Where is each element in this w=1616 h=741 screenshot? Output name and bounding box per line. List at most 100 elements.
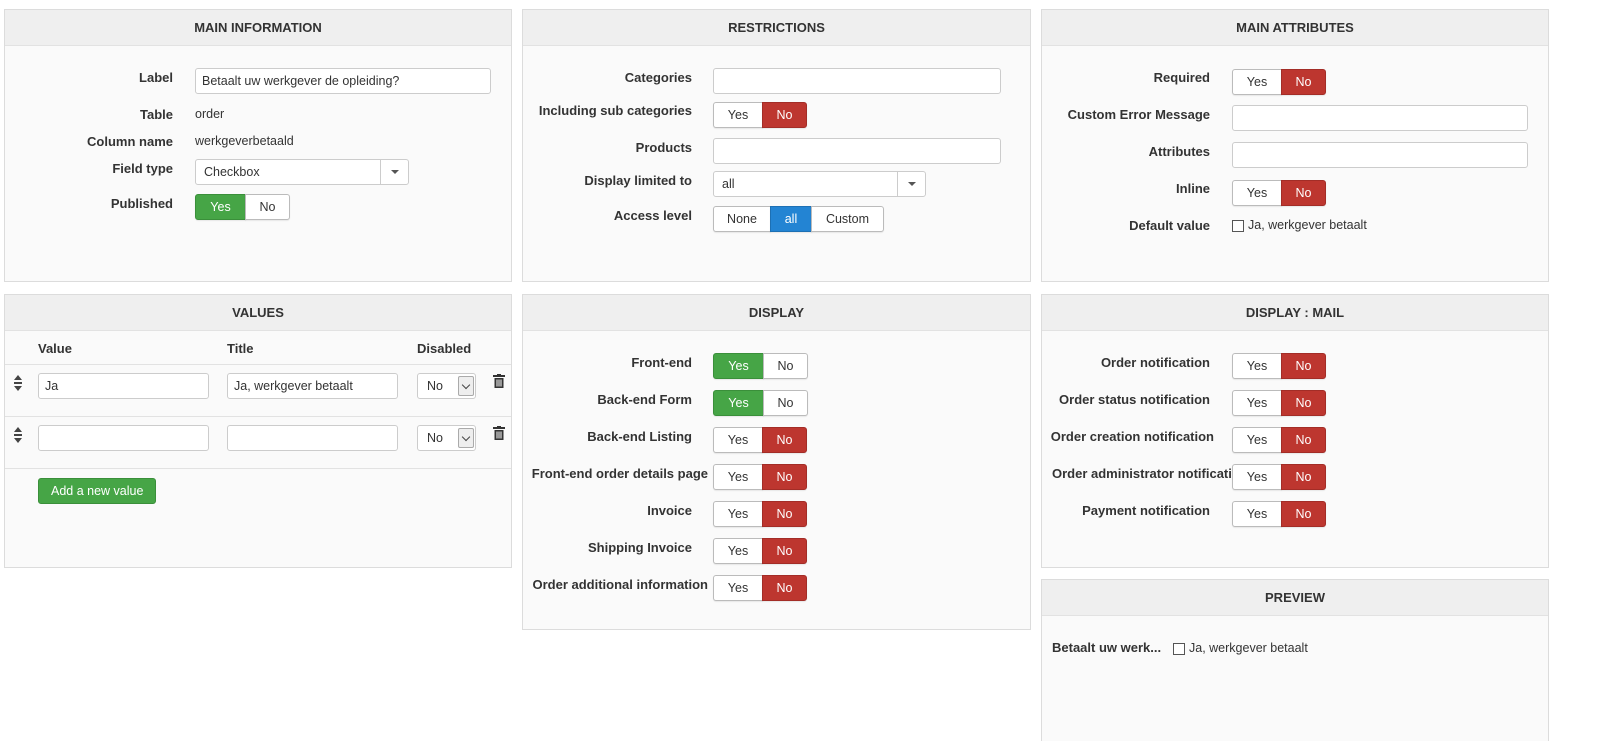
- front-end-order-details-toggle: Yes No: [713, 464, 807, 490]
- label-input[interactable]: Betaalt uw werkgever de opleiding?: [195, 68, 491, 94]
- back-end-form-no-button[interactable]: No: [763, 390, 808, 416]
- front-end-yes-button[interactable]: Yes: [713, 353, 764, 379]
- products-label: Products: [635, 140, 692, 155]
- inline-label: Inline: [1176, 181, 1210, 196]
- value-input[interactable]: Ja: [38, 373, 209, 399]
- divider: [5, 468, 511, 469]
- back-end-listing-label: Back-end Listing: [587, 429, 692, 444]
- value-input[interactable]: [38, 425, 209, 451]
- invoice-toggle: Yes No: [713, 501, 807, 527]
- invoice-no-button[interactable]: No: [762, 501, 807, 527]
- trash-icon[interactable]: [493, 426, 505, 440]
- inline-no-button[interactable]: No: [1281, 180, 1326, 206]
- sub-categories-yes-button[interactable]: Yes: [713, 102, 763, 128]
- order-additional-info-no-button[interactable]: No: [762, 575, 807, 601]
- order-admin-notification-yes-button[interactable]: Yes: [1232, 464, 1282, 490]
- access-level-label: Access level: [613, 208, 692, 223]
- chevron-down-icon[interactable]: [380, 160, 408, 184]
- required-no-button[interactable]: No: [1281, 69, 1326, 95]
- order-creation-notification-toggle: Yes No: [1232, 427, 1326, 453]
- shipping-invoice-yes-button[interactable]: Yes: [713, 538, 763, 564]
- column-header-title: Title: [227, 341, 254, 356]
- chevron-down-icon[interactable]: [458, 376, 474, 396]
- sub-categories-no-button[interactable]: No: [762, 102, 807, 128]
- column-header-disabled: Disabled: [417, 341, 472, 356]
- custom-error-input[interactable]: [1232, 105, 1528, 131]
- back-end-listing-no-button[interactable]: No: [762, 427, 807, 453]
- order-status-notification-label: Order status notification: [1059, 392, 1210, 407]
- sub-categories-toggle: Yes No: [713, 102, 807, 128]
- inline-yes-button[interactable]: Yes: [1232, 180, 1282, 206]
- order-admin-notification-label: Order administrator notification: [1052, 466, 1232, 481]
- order-additional-info-toggle: Yes No: [713, 575, 807, 601]
- preview-label: Betaalt uw werk...: [1052, 640, 1162, 655]
- drag-handle-icon[interactable]: [13, 427, 23, 443]
- sub-categories-label: Including sub categories: [538, 103, 692, 118]
- order-additional-info-label: Order additional information: [532, 577, 708, 592]
- back-end-form-yes-button[interactable]: Yes: [713, 390, 764, 416]
- order-notification-no-button[interactable]: No: [1281, 353, 1326, 379]
- attributes-input[interactable]: [1232, 142, 1528, 168]
- field-type-select[interactable]: Checkbox: [195, 159, 409, 185]
- access-custom-button[interactable]: Custom: [811, 206, 884, 232]
- front-end-order-details-no-button[interactable]: No: [762, 464, 807, 490]
- access-level-toggle: None all Custom: [713, 206, 884, 232]
- front-end-label: Front-end: [631, 355, 692, 370]
- payment-notification-no-button[interactable]: No: [1281, 501, 1326, 527]
- order-additional-info-yes-button[interactable]: Yes: [713, 575, 763, 601]
- payment-notification-yes-button[interactable]: Yes: [1232, 501, 1282, 527]
- payment-notification-label: Payment notification: [1082, 503, 1210, 518]
- order-admin-notification-no-button[interactable]: No: [1281, 464, 1326, 490]
- field-type-label: Field type: [112, 161, 173, 176]
- order-notification-toggle: Yes No: [1232, 353, 1326, 379]
- order-status-notification-no-button[interactable]: No: [1281, 390, 1326, 416]
- order-admin-notification-text: Order administrator notification: [1052, 466, 1232, 481]
- chevron-down-icon[interactable]: [458, 428, 474, 448]
- title-input[interactable]: [227, 425, 398, 451]
- categories-label: Categories: [624, 70, 692, 85]
- invoice-yes-button[interactable]: Yes: [713, 501, 763, 527]
- checkbox[interactable]: [1173, 642, 1185, 655]
- published-no-button[interactable]: No: [245, 194, 290, 220]
- back-end-listing-yes-button[interactable]: Yes: [713, 427, 763, 453]
- front-end-order-details-yes-button[interactable]: Yes: [713, 464, 763, 490]
- checkbox[interactable]: [1232, 219, 1244, 232]
- order-notification-yes-button[interactable]: Yes: [1232, 353, 1282, 379]
- field-type-value: Checkbox: [204, 165, 260, 179]
- disabled-select[interactable]: No: [417, 373, 476, 399]
- inline-toggle: Yes No: [1232, 180, 1326, 206]
- divider: [5, 364, 511, 365]
- custom-error-label: Custom Error Message: [1067, 107, 1210, 122]
- disabled-value: No: [427, 431, 443, 445]
- display-limited-label: Display limited to: [584, 173, 692, 188]
- required-yes-button[interactable]: Yes: [1232, 69, 1282, 95]
- trash-icon[interactable]: [493, 374, 505, 388]
- title-input[interactable]: Ja, werkgever betaalt: [227, 373, 398, 399]
- column-name-value: werkgeverbetaald: [195, 134, 294, 148]
- order-creation-notification-no-button[interactable]: No: [1281, 427, 1326, 453]
- front-end-toggle: Yes No: [713, 353, 808, 379]
- access-all-button[interactable]: all: [770, 206, 812, 232]
- drag-handle-icon[interactable]: [13, 375, 23, 391]
- shipping-invoice-no-button[interactable]: No: [762, 538, 807, 564]
- preview-panel: PREVIEW Betaalt uw werk... Ja, werkgever…: [1041, 579, 1549, 741]
- label-label: Label: [139, 70, 173, 85]
- disabled-select[interactable]: No: [417, 425, 476, 451]
- order-creation-notification-yes-button[interactable]: Yes: [1232, 427, 1282, 453]
- invoice-label: Invoice: [647, 503, 692, 518]
- products-input[interactable]: [713, 138, 1001, 164]
- categories-input[interactable]: [713, 68, 1001, 94]
- panel-title: DISPLAY: [523, 295, 1030, 331]
- preview-option: Ja, werkgever betaalt: [1173, 641, 1308, 655]
- published-yes-button[interactable]: Yes: [195, 194, 246, 220]
- required-toggle: Yes No: [1232, 69, 1326, 95]
- access-none-button[interactable]: None: [713, 206, 771, 232]
- add-new-value-button[interactable]: Add a new value: [38, 478, 157, 504]
- table-label: Table: [140, 107, 173, 122]
- chevron-down-icon[interactable]: [897, 172, 925, 196]
- order-status-notification-yes-button[interactable]: Yes: [1232, 390, 1282, 416]
- back-end-listing-toggle: Yes No: [713, 427, 807, 453]
- display-limited-select[interactable]: all: [713, 171, 926, 197]
- order-creation-notification-label: Order creation notification: [1050, 429, 1214, 444]
- front-end-no-button[interactable]: No: [763, 353, 808, 379]
